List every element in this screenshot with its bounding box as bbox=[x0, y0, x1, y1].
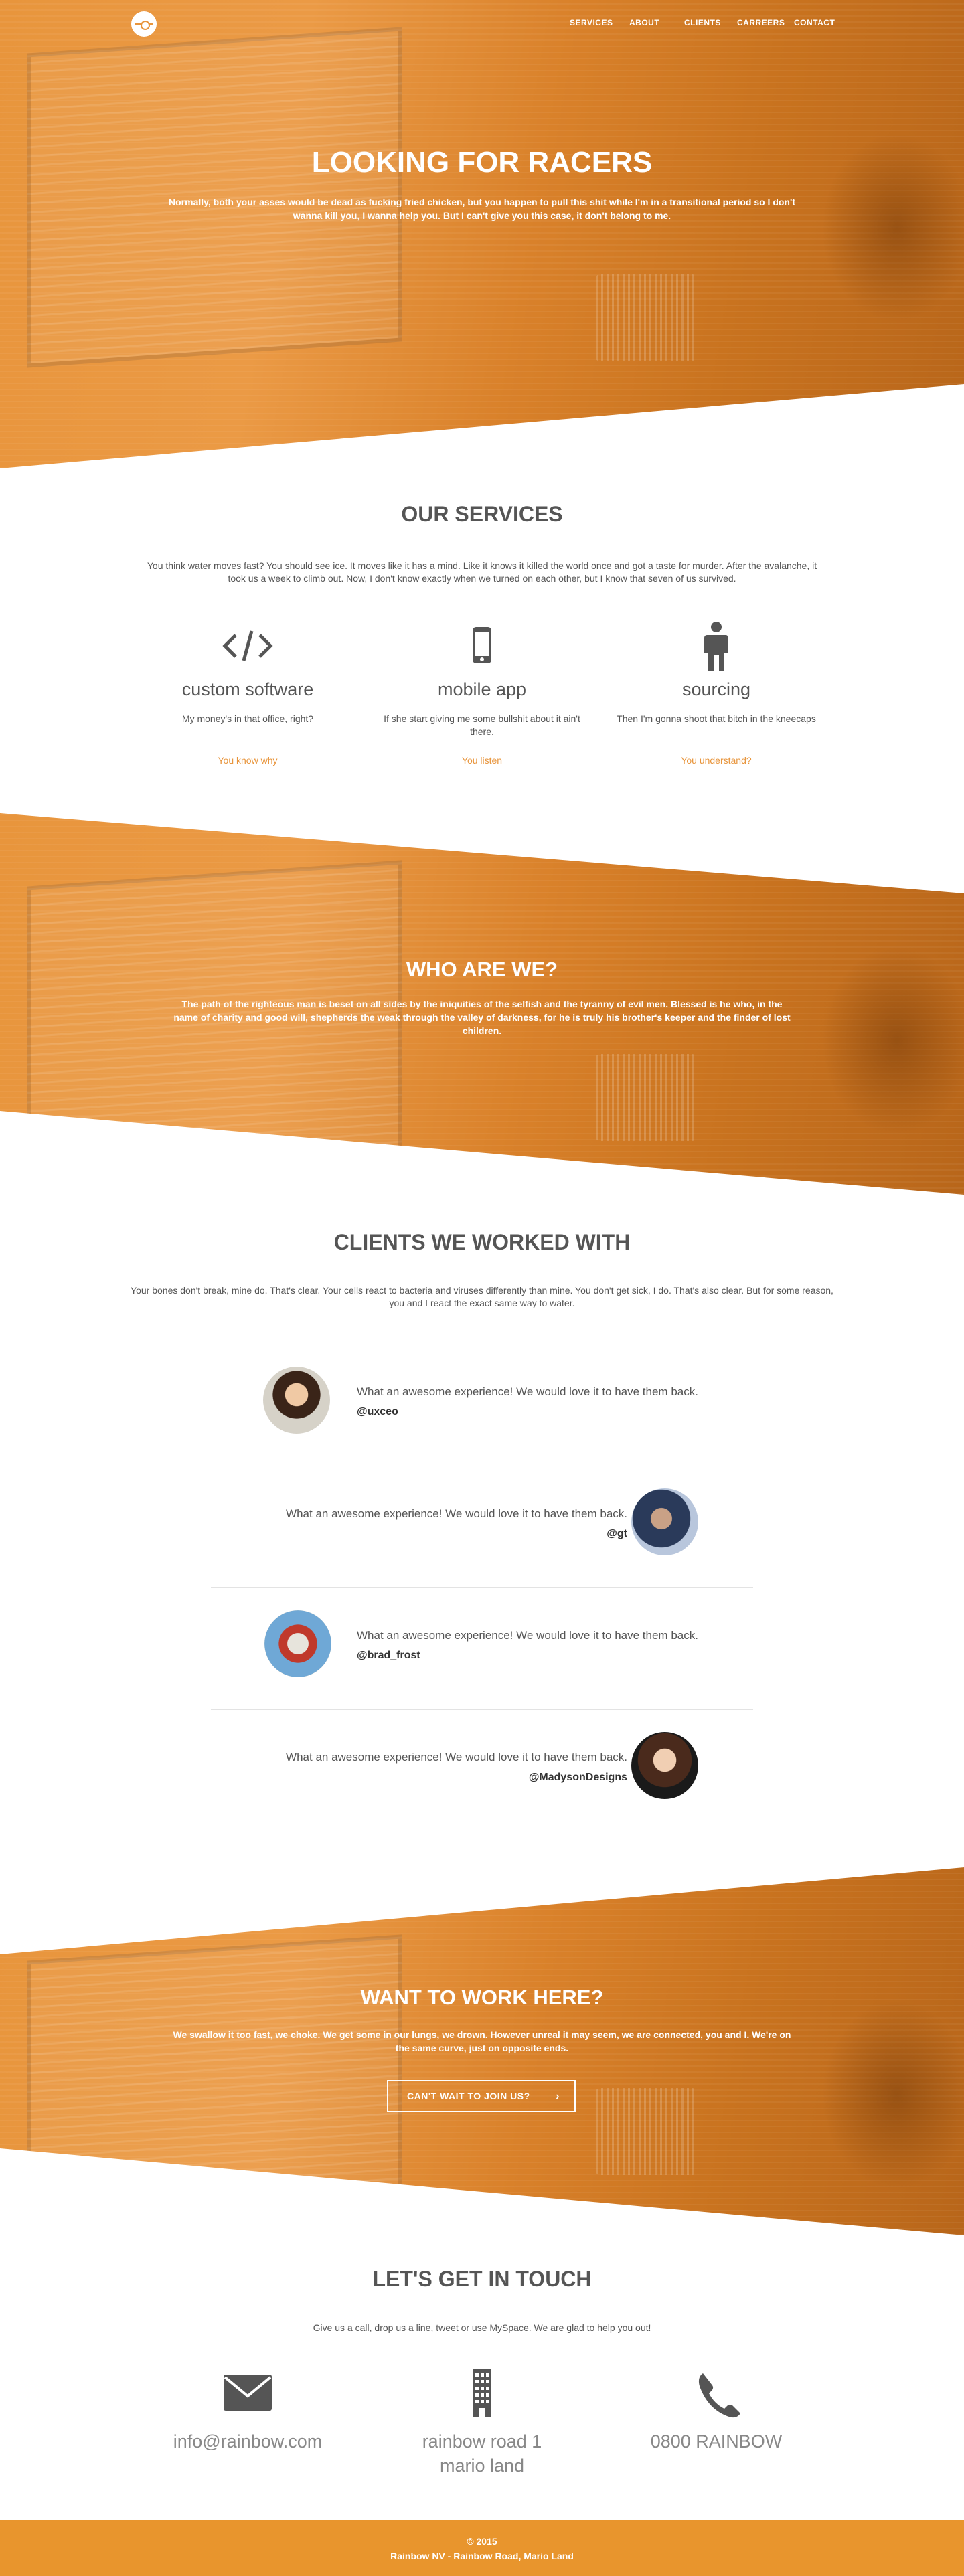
contact-address-line1: rainbow road 1 bbox=[422, 2431, 542, 2452]
contact-title: LET'S GET IN TOUCH bbox=[372, 2267, 592, 2291]
service-link[interactable]: You listen bbox=[382, 755, 582, 766]
top-navbar: SERVICES ABOUT CLIENTS CARREERS CONTACT bbox=[0, 0, 964, 48]
footer-address: Rainbow NV - Rainbow Road, Mario Land bbox=[390, 2551, 574, 2561]
join-button-label: CAN'T WAIT TO JOIN US? bbox=[407, 2091, 530, 2101]
avatar bbox=[631, 1732, 698, 1799]
footer: © 2015 Rainbow NV - Rainbow Road, Mario … bbox=[0, 2520, 964, 2576]
logo-icon[interactable] bbox=[131, 11, 157, 37]
service-text: If she start giving me some bullshit abo… bbox=[384, 713, 580, 737]
chevron-right-icon: › bbox=[556, 2091, 560, 2102]
service-text: My money's in that office, right? bbox=[181, 713, 314, 724]
phone-icon bbox=[698, 2373, 740, 2418]
client-quote: What an awesome experience! We would lov… bbox=[286, 1507, 627, 1520]
nav-contact[interactable]: CONTACT bbox=[794, 18, 835, 27]
divider bbox=[211, 1709, 753, 1710]
clients-intro: Your bones don't break, mine do. That's … bbox=[131, 1285, 833, 1308]
join-text: We swallow it too fast, we choke. We get… bbox=[173, 2029, 791, 2053]
code-icon bbox=[222, 630, 273, 661]
service-link[interactable]: You understand? bbox=[616, 755, 817, 766]
nav-clients[interactable]: CLIENTS bbox=[684, 18, 721, 27]
hero-subtitle: Normally, both your asses would be dead … bbox=[169, 197, 795, 221]
client-testimonial: What an awesome experience! We would lov… bbox=[211, 1467, 753, 1587]
nav-about[interactable]: ABOUT bbox=[629, 18, 659, 27]
services-title: OUR SERVICES bbox=[401, 502, 563, 526]
join-background-photo bbox=[27, 1934, 402, 2235]
hero-title: LOOKING FOR RACERS bbox=[311, 146, 653, 179]
clients-title: CLIENTS WE WORKED WITH bbox=[333, 1230, 631, 1254]
client-testimonial: What an awesome experience! We would lov… bbox=[211, 1711, 753, 1831]
client-handle: @MadysonDesigns bbox=[528, 1772, 627, 1783]
avatar bbox=[263, 1367, 330, 1434]
envelope-icon bbox=[224, 2375, 272, 2411]
mobile-icon bbox=[473, 627, 491, 663]
who-title: WHO ARE WE? bbox=[406, 958, 558, 981]
client-testimonial: What an awesome experience! We would lov… bbox=[211, 1345, 753, 1466]
client-handle: @gt bbox=[607, 1528, 627, 1539]
join-title: WANT TO WORK HERE? bbox=[360, 1986, 604, 2009]
client-handle: @brad_frost bbox=[357, 1650, 420, 1661]
service-link[interactable]: You know why bbox=[147, 755, 348, 766]
who-section: WHO ARE WE? The path of the righteous ma… bbox=[0, 813, 964, 1195]
contact-address-line2: mario land bbox=[439, 2456, 525, 2476]
building-icon bbox=[473, 2369, 491, 2417]
join-us-button[interactable]: CAN'T WAIT TO JOIN US? › bbox=[387, 2080, 576, 2112]
nav-services[interactable]: SERVICES bbox=[570, 18, 613, 27]
person-icon bbox=[704, 622, 728, 671]
service-title: sourcing bbox=[681, 679, 751, 699]
join-section: WANT TO WORK HERE? We swallow it too fas… bbox=[0, 1867, 964, 2235]
client-handle: @uxceo bbox=[357, 1406, 398, 1418]
services-intro: You think water moves fast? You should s… bbox=[147, 560, 817, 584]
client-quote: What an awesome experience! We would lov… bbox=[357, 1385, 698, 1398]
client-testimonial: What an awesome experience! We would lov… bbox=[211, 1589, 753, 1709]
contact-email-text[interactable]: info@rainbow.com bbox=[147, 2429, 348, 2454]
avatar bbox=[264, 1610, 331, 1677]
who-text: The path of the righteous man is beset o… bbox=[173, 999, 791, 1036]
hero-section: LOOKING FOR RACERS Normally, both your a… bbox=[0, 0, 964, 468]
service-title: mobile app bbox=[437, 679, 527, 699]
avatar bbox=[631, 1488, 698, 1555]
nav-carreers[interactable]: CARREERS bbox=[737, 18, 785, 27]
contact-phone-text[interactable]: 0800 RAINBOW bbox=[616, 2429, 817, 2454]
client-quote: What an awesome experience! We would lov… bbox=[286, 1751, 627, 1764]
contact-intro: Give us a call, drop us a line, tweet or… bbox=[313, 2322, 651, 2333]
service-text: Then I'm gonna shoot that bitch in the k… bbox=[617, 713, 816, 724]
footer-copyright: © 2015 bbox=[467, 2536, 497, 2547]
divider bbox=[211, 1587, 753, 1588]
client-quote: What an awesome experience! We would lov… bbox=[357, 1629, 698, 1642]
service-title: custom software bbox=[181, 679, 314, 699]
